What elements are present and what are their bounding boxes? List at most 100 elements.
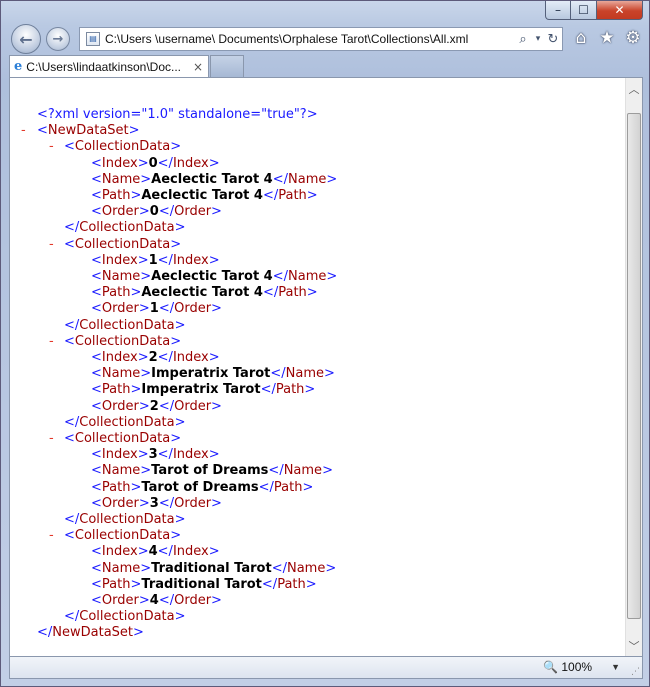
address-dropdown-icon[interactable]: ▾ xyxy=(532,34,544,44)
xml-bracket: > xyxy=(211,495,222,511)
zoom-control[interactable]: 🔍 100% ▼ xyxy=(543,660,620,674)
tab-close-icon[interactable]: × xyxy=(188,60,208,74)
minimize-button[interactable]: – xyxy=(545,1,571,20)
xml-bracket: > xyxy=(211,301,222,317)
xml-field-line: <Path>Aeclectic Tarot 4</Path> xyxy=(91,285,318,301)
zoom-dropdown-icon[interactable]: ▼ xyxy=(611,662,620,672)
xml-bracket: > xyxy=(174,220,186,236)
xml-tag-name: Index xyxy=(172,252,209,268)
collapse-toggle[interactable]: - xyxy=(49,139,54,155)
scroll-thumb[interactable] xyxy=(627,113,641,619)
xml-declaration: <?xml version="1.0" standalone="true"?> xyxy=(37,107,318,122)
collapse-toggle[interactable]: - xyxy=(21,123,26,139)
xml-value: 2 xyxy=(149,398,159,414)
new-tab-button[interactable] xyxy=(210,55,244,77)
vertical-scrollbar[interactable]: ︿ ﹀ xyxy=(625,78,642,656)
forward-arrow-icon: → xyxy=(52,31,64,47)
refresh-icon[interactable]: ↻ xyxy=(544,32,562,47)
xml-field-line: <Name>Imperatrix Tarot</Name> xyxy=(91,366,335,382)
resize-grip-icon[interactable]: ⋰ xyxy=(631,667,640,677)
xml-bracket: > xyxy=(211,204,222,220)
xml-tag-name: Path xyxy=(101,576,131,592)
xml-bracket: < xyxy=(91,479,102,495)
xml-value: Imperatrix Tarot xyxy=(151,366,271,382)
collapse-toggle[interactable]: - xyxy=(49,528,54,544)
xml-bracket: > xyxy=(138,204,150,220)
xml-tag-name: Path xyxy=(101,479,131,495)
xml-tag-name: Path xyxy=(101,285,131,301)
address-bar[interactable]: ▤ C:\Users \username\ Documents\Orphales… xyxy=(79,27,563,51)
maximize-button[interactable]: ☐ xyxy=(571,1,597,20)
xml-value: 0 xyxy=(149,204,159,220)
collapse-toggle[interactable]: - xyxy=(49,237,54,253)
scroll-down-icon[interactable]: ﹀ xyxy=(626,637,642,654)
xml-value: 0 xyxy=(148,155,158,171)
xml-field-line: <Name>Traditional Tarot</Name> xyxy=(91,561,336,577)
xml-item-open: <CollectionData> xyxy=(64,431,181,447)
xml-bracket: > xyxy=(137,447,149,463)
xml-tag-name: Order xyxy=(174,495,212,511)
home-icon[interactable]: ⌂ xyxy=(571,27,591,49)
browser-window: – ☐ ✕ ← → ▤ C:\Users \username\ Document… xyxy=(0,0,650,687)
xml-tag-name: CollectionData xyxy=(74,333,171,349)
xml-bracket: > xyxy=(138,301,150,317)
command-icons: ⌂ ★ ⚙ xyxy=(571,27,643,49)
xml-item-close: </CollectionData> xyxy=(64,415,186,431)
xml-value: 3 xyxy=(149,495,159,511)
xml-tag-name: Order xyxy=(101,495,139,511)
xml-bracket: > xyxy=(130,382,142,398)
collapse-toggle[interactable]: - xyxy=(49,431,54,447)
search-icon[interactable]: ⌕ xyxy=(514,32,532,47)
xml-value: 4 xyxy=(149,593,159,608)
collapse-toggle[interactable]: - xyxy=(49,334,54,350)
xml-value: 1 xyxy=(148,252,158,268)
xml-bracket: > xyxy=(137,350,149,365)
xml-bracket: > xyxy=(306,188,318,203)
xml-item-close: </CollectionData> xyxy=(64,318,186,334)
xml-tag-name: CollectionData xyxy=(79,512,175,527)
xml-bracket: > xyxy=(140,171,152,187)
xml-value: Traditional Tarot xyxy=(141,576,262,592)
xml-field-line: <Name>Tarot of Dreams</Name> xyxy=(91,463,333,479)
xml-bracket: </ xyxy=(261,576,278,592)
xml-tag-name: Path xyxy=(275,382,305,398)
forward-button[interactable]: → xyxy=(46,27,70,51)
xml-bracket: > xyxy=(304,382,316,398)
close-window-button[interactable]: ✕ xyxy=(597,1,643,20)
xml-bracket: </ xyxy=(262,188,279,203)
xml-tag-name: CollectionData xyxy=(74,139,171,155)
ie-logo-icon: e xyxy=(14,59,23,74)
tab-strip: e C:\Users\lindaatkinson\Doc... × xyxy=(9,55,643,77)
xml-field-line: <Path>Traditional Tarot</Path> xyxy=(91,577,317,593)
navigation-bar: ← → ▤ C:\Users \username\ Documents\Orph… xyxy=(9,23,645,55)
xml-field-line: <Path>Imperatrix Tarot</Path> xyxy=(91,382,315,398)
back-button[interactable]: ← xyxy=(11,24,41,54)
xml-bracket: > xyxy=(174,609,186,625)
xml-bracket: < xyxy=(91,155,102,171)
xml-tag-name: CollectionData xyxy=(74,528,171,544)
xml-tag-name: NewDataSet xyxy=(52,625,134,641)
address-input[interactable]: C:\Users \username\ Documents\Orphalese … xyxy=(105,32,514,46)
status-bar: 🔍 100% ▼ ⋰ xyxy=(9,657,643,679)
xml-tag-name: Name xyxy=(283,463,323,479)
scroll-up-icon[interactable]: ︿ xyxy=(626,80,642,97)
xml-bracket: < xyxy=(64,139,75,155)
xml-tag-name: Name xyxy=(288,171,327,187)
xml-tag-name: Path xyxy=(273,479,303,495)
tab-title: C:\Users\lindaatkinson\Doc... xyxy=(26,59,182,74)
xml-bracket: </ xyxy=(158,398,175,414)
xml-bracket: > xyxy=(130,479,142,495)
tools-gear-icon[interactable]: ⚙ xyxy=(623,27,643,49)
tab-active[interactable]: e C:\Users\lindaatkinson\Doc... × xyxy=(9,55,209,77)
xml-bracket: </ xyxy=(64,512,80,527)
xml-root-open: <NewDataSet> xyxy=(37,123,140,139)
xml-bracket: </ xyxy=(158,593,175,608)
xml-tag-name: Order xyxy=(101,204,139,220)
xml-bracket: > xyxy=(170,333,182,349)
xml-bracket: < xyxy=(91,495,102,511)
xml-field-line: <Index>4</Index> xyxy=(91,544,220,560)
xml-bracket: > xyxy=(208,155,220,171)
xml-tag-name: Order xyxy=(174,398,212,414)
favorites-star-icon[interactable]: ★ xyxy=(597,27,617,49)
xml-tag-name: Name xyxy=(101,171,141,187)
